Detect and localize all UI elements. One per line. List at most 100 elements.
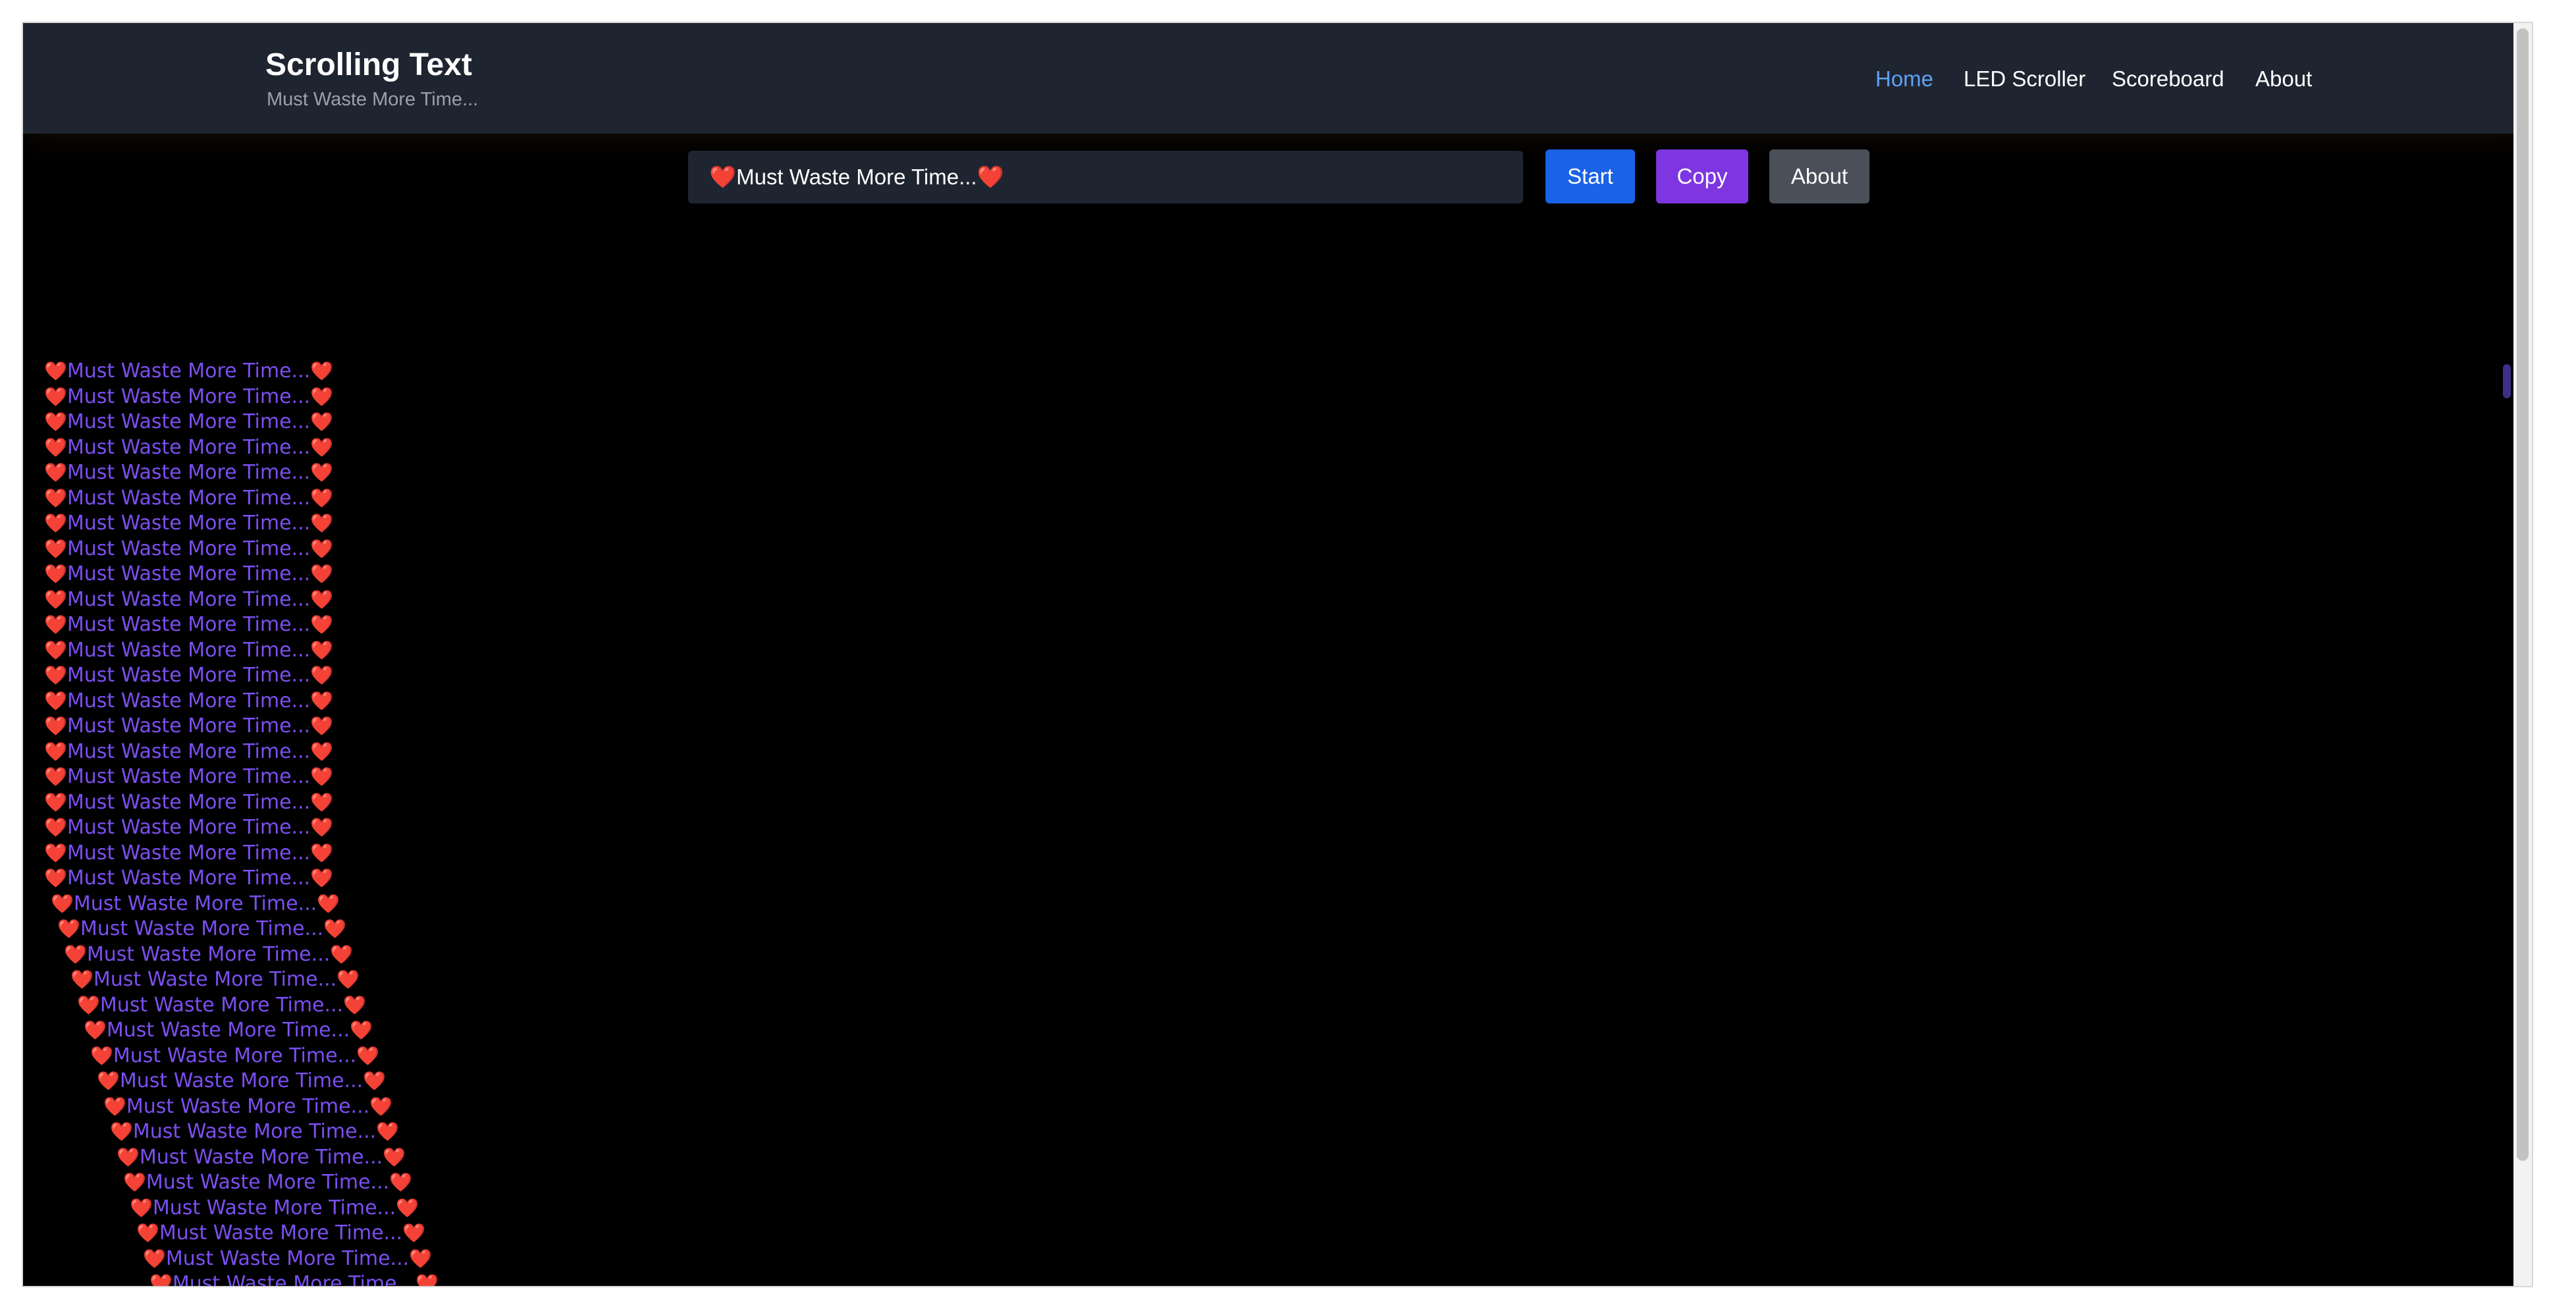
scroll-text: Must Waste More Time... xyxy=(126,1095,370,1118)
scroll-text: Must Waste More Time... xyxy=(119,1069,363,1092)
heart-icon: ❤️ xyxy=(57,918,80,940)
scroll-text-line: ❤️Must Waste More Time...❤️ xyxy=(44,612,333,637)
heart-icon: ❤️ xyxy=(310,386,334,408)
scroll-text-line: ❤️Must Waste More Time...❤️ xyxy=(44,790,333,815)
heart-icon: ❤️ xyxy=(310,512,334,534)
heart-icon: ❤️ xyxy=(44,589,67,610)
heart-icon: ❤️ xyxy=(310,639,334,661)
scroll-text-line: ❤️Must Waste More Time...❤️ xyxy=(149,1271,439,1286)
heart-icon: ❤️ xyxy=(389,1171,413,1193)
heart-icon: ❤️ xyxy=(310,487,334,509)
heart-icon: ❤️ xyxy=(44,766,67,788)
copy-button[interactable]: Copy xyxy=(1656,149,1748,203)
scroll-text-line: ❤️Must Waste More Time...❤️ xyxy=(84,1018,373,1043)
heart-icon: ❤️ xyxy=(44,538,67,560)
scroll-text: Must Waste More Time... xyxy=(67,689,311,712)
heart-icon: ❤️ xyxy=(343,994,367,1016)
heart-icon: ❤️ xyxy=(310,538,334,560)
site-title[interactable]: Scrolling Text xyxy=(265,45,472,85)
nav-scoreboard[interactable]: Scoreboard xyxy=(2112,65,2224,93)
scroll-text-line: ❤️Must Waste More Time...❤️ xyxy=(44,537,333,562)
heart-icon: ❤️ xyxy=(310,614,334,635)
page-scrollbar[interactable] xyxy=(2513,23,2532,1286)
scroll-text: Must Waste More Time... xyxy=(67,360,311,383)
heart-icon: ❤️ xyxy=(84,1019,107,1041)
heart-icon: ❤️ xyxy=(396,1197,419,1219)
heart-icon: ❤️ xyxy=(310,360,334,382)
scroll-text-line: ❤️Must Waste More Time...❤️ xyxy=(110,1119,399,1144)
heart-icon: ❤️ xyxy=(402,1222,426,1244)
scroll-text-line: ❤️Must Waste More Time...❤️ xyxy=(44,587,333,612)
scroll-text-line: ❤️Must Waste More Time...❤️ xyxy=(103,1094,392,1119)
heart-icon: ❤️ xyxy=(44,816,67,838)
heart-icon: ❤️ xyxy=(44,690,67,712)
scroll-text: Must Waste More Time... xyxy=(159,1221,403,1244)
browser-window: Scrolling Text Must Waste More Time... H… xyxy=(23,23,2532,1286)
scroll-text: Must Waste More Time... xyxy=(67,410,311,433)
scroll-text-line: ❤️Must Waste More Time...❤️ xyxy=(44,739,333,764)
heart-icon: ❤️ xyxy=(44,715,67,737)
heart-icon: ❤️ xyxy=(117,1146,140,1168)
heart-icon: ❤️ xyxy=(416,1273,439,1286)
scroll-text: Must Waste More Time... xyxy=(67,791,311,814)
nav-about[interactable]: About xyxy=(2255,65,2312,93)
scroll-text: Must Waste More Time... xyxy=(93,968,337,991)
heart-icon: ❤️ xyxy=(350,1019,373,1041)
about-button[interactable]: About xyxy=(1769,149,1869,203)
heart-icon: ❤️ xyxy=(383,1146,406,1168)
heart-icon: ❤️ xyxy=(310,816,334,838)
scrollbar-thumb[interactable] xyxy=(2517,28,2529,1161)
scroll-text-line: ❤️Must Waste More Time...❤️ xyxy=(97,1069,386,1094)
heart-icon: ❤️ xyxy=(310,842,334,864)
scroll-text-line: ❤️Must Waste More Time...❤️ xyxy=(51,892,340,917)
heart-icon: ❤️ xyxy=(310,411,334,433)
scroll-text: Must Waste More Time... xyxy=(67,487,311,510)
heart-icon: ❤️ xyxy=(143,1248,166,1269)
scroll-text-line: ❤️Must Waste More Time...❤️ xyxy=(44,638,333,663)
heart-icon: ❤️ xyxy=(44,614,67,635)
scroll-text: Must Waste More Time... xyxy=(67,512,311,535)
scroll-text-input[interactable] xyxy=(688,151,1523,203)
heart-icon: ❤️ xyxy=(70,969,94,990)
heart-icon: ❤️ xyxy=(149,1273,173,1286)
scroll-text-line: ❤️Must Waste More Time...❤️ xyxy=(64,942,353,967)
nav-home[interactable]: Home xyxy=(1875,65,1933,93)
scroll-text-line: ❤️Must Waste More Time...❤️ xyxy=(70,967,360,992)
heart-icon: ❤️ xyxy=(51,893,74,915)
scroll-text-line: ❤️Must Waste More Time...❤️ xyxy=(44,435,333,460)
heart-icon: ❤️ xyxy=(44,842,67,864)
scroll-text-line: ❤️Must Waste More Time...❤️ xyxy=(44,359,333,384)
heart-icon: ❤️ xyxy=(90,1045,113,1067)
scroll-text-line: ❤️Must Waste More Time...❤️ xyxy=(44,410,333,435)
site-subtitle: Must Waste More Time... xyxy=(267,89,479,110)
scroll-text: Must Waste More Time... xyxy=(67,867,311,890)
scroll-text-line: ❤️Must Waste More Time...❤️ xyxy=(143,1246,432,1271)
heart-icon: ❤️ xyxy=(44,512,67,534)
heart-icon: ❤️ xyxy=(110,1121,133,1142)
scroll-text: Must Waste More Time... xyxy=(86,943,331,966)
nav-led-scroller[interactable]: LED Scroller xyxy=(1964,65,2085,93)
heart-icon: ❤️ xyxy=(336,969,360,990)
heart-icon: ❤️ xyxy=(44,867,67,889)
heart-icon: ❤️ xyxy=(310,589,334,610)
heart-icon: ❤️ xyxy=(409,1248,433,1269)
scroll-text-line: ❤️Must Waste More Time...❤️ xyxy=(123,1170,412,1195)
heart-icon: ❤️ xyxy=(77,994,100,1016)
heart-icon: ❤️ xyxy=(103,1096,126,1117)
heart-icon: ❤️ xyxy=(44,563,67,585)
scroll-text: Must Waste More Time... xyxy=(165,1247,410,1270)
scroll-text: Must Waste More Time... xyxy=(67,385,311,408)
start-button[interactable]: Start xyxy=(1545,149,1635,203)
heart-icon: ❤️ xyxy=(317,893,340,915)
heart-icon: ❤️ xyxy=(97,1070,120,1092)
scroll-text: Must Waste More Time... xyxy=(67,562,311,585)
heart-icon: ❤️ xyxy=(310,563,334,585)
scroll-position-indicator xyxy=(2503,364,2511,398)
heart-icon: ❤️ xyxy=(376,1121,400,1142)
scrolling-text-area: ❤️Must Waste More Time...❤️ ❤️Must Waste … xyxy=(23,359,682,1286)
heart-icon: ❤️ xyxy=(363,1070,387,1092)
scroll-text: Must Waste More Time... xyxy=(67,613,311,636)
heart-icon: ❤️ xyxy=(130,1197,153,1219)
heart-icon: ❤️ xyxy=(44,639,67,661)
scroll-text: Must Waste More Time... xyxy=(99,994,344,1017)
